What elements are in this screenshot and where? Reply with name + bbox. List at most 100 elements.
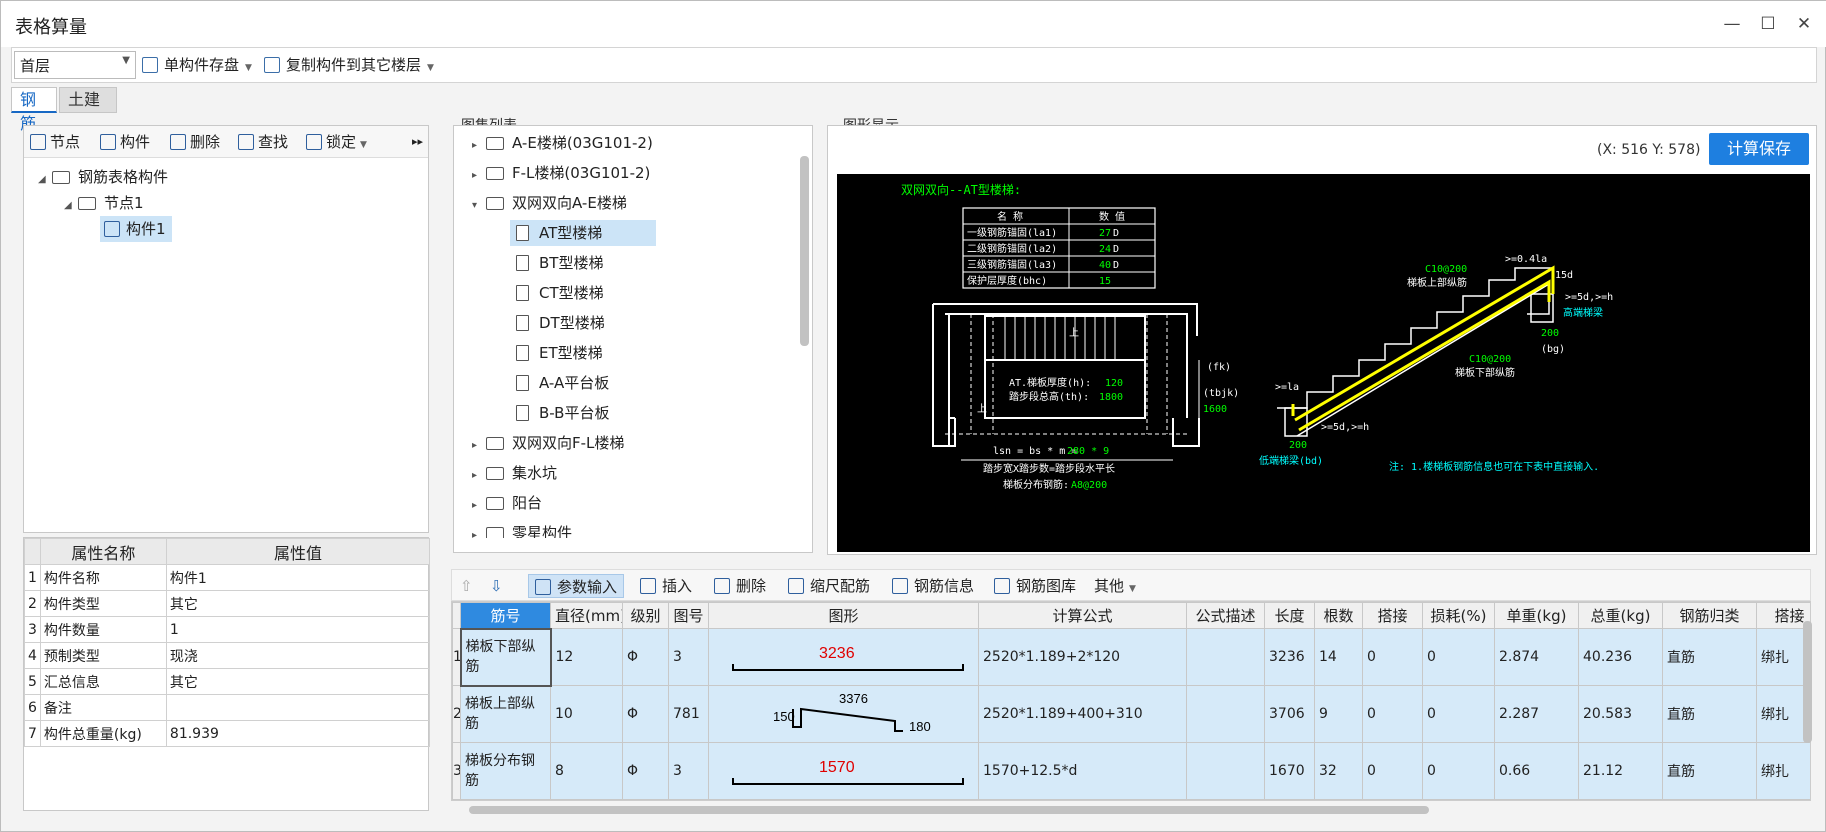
cell-fig[interactable]: 781	[668, 685, 709, 743]
cell-grade[interactable]: Φ	[622, 628, 669, 686]
property-row[interactable]: 1 构件名称 构件1	[24, 564, 431, 591]
add-component-button[interactable]: 构件	[100, 130, 150, 154]
col-length[interactable]: 长度	[1264, 602, 1315, 629]
table-row[interactable]: 1 梯板下部纵筋 12 Φ 3 3236 2520*1.189+2*120 32…	[452, 627, 1810, 687]
col-lap[interactable]: 搭接	[1362, 602, 1423, 629]
property-row[interactable]: 4 预制类型 现浇	[24, 642, 431, 669]
cell-length[interactable]: 3706	[1264, 685, 1315, 743]
property-value[interactable]: 现浇	[165, 642, 431, 669]
atlas-item[interactable]: CT型楼梯	[516, 280, 604, 306]
property-value[interactable]: 其它	[165, 668, 431, 695]
atlas-item[interactable]: DT型楼梯	[516, 310, 605, 336]
scale-rebar-button[interactable]: 缩尺配筋	[788, 574, 870, 598]
col-class[interactable]: 钢筋归类	[1662, 602, 1757, 629]
other-menu-button[interactable]: 其他 ▼	[1094, 574, 1136, 598]
tree-root[interactable]: ◢ 钢筋表格构件	[38, 164, 168, 190]
col-bar-no[interactable]: 筋号	[460, 602, 551, 629]
cell-grade[interactable]: Φ	[622, 685, 669, 743]
cell-bar-no[interactable]: 梯板下部纵筋	[459, 627, 552, 687]
col-grade[interactable]: 级别	[622, 602, 669, 629]
cell-desc[interactable]	[1186, 685, 1265, 743]
col-count[interactable]: 根数	[1314, 602, 1363, 629]
atlas-item[interactable]: A-A平台板	[516, 370, 609, 396]
cell-shape[interactable]: 150 3376 180	[708, 685, 979, 743]
col-desc[interactable]: 公式描述	[1186, 602, 1265, 629]
move-down-button[interactable]: ⇩	[490, 574, 503, 598]
atlas-item[interactable]: ▸ 零星构件	[472, 520, 572, 538]
atlas-item[interactable]: ▸ 阳台	[472, 490, 542, 516]
cell-lap-type[interactable]: 绑扎	[1756, 742, 1810, 800]
cell-count[interactable]: 32	[1314, 742, 1363, 800]
maximize-button[interactable]: ☐	[1753, 10, 1783, 38]
property-value[interactable]: 构件1	[165, 564, 431, 591]
property-value[interactable]: 1	[165, 616, 431, 643]
atlas-item[interactable]: ET型楼梯	[516, 340, 603, 366]
cell-loss[interactable]: 0	[1422, 628, 1495, 686]
col-shape[interactable]: 图形	[708, 602, 979, 629]
cell-formula[interactable]: 2520*1.189+2*120	[978, 628, 1187, 686]
property-row[interactable]: 6 备注	[24, 694, 431, 721]
cell-class[interactable]: 直筋	[1662, 742, 1757, 800]
tab-rebar[interactable]: 钢筋	[11, 87, 57, 133]
grid-vertical-scrollbar[interactable]	[1803, 621, 1812, 743]
table-row[interactable]: 3 梯板分布钢筋 8 Φ 3 1570 1570+12.5*d 1670 32 …	[452, 742, 1810, 800]
cell-loss[interactable]: 0	[1422, 742, 1495, 800]
floor-select[interactable]: 首层 ▼	[14, 51, 136, 79]
atlas-item[interactable]: ▸ F-L楼梯(03G101-2)	[472, 160, 650, 186]
more-button[interactable]: ▸▸	[412, 130, 423, 154]
close-button[interactable]: ✕	[1789, 10, 1819, 38]
property-row[interactable]: 5 汇总信息 其它	[24, 668, 431, 695]
cell-total-weight[interactable]: 20.583	[1578, 685, 1663, 743]
cell-total-weight[interactable]: 21.12	[1578, 742, 1663, 800]
cell-desc[interactable]	[1186, 628, 1265, 686]
atlas-item[interactable]: ▸ 集水坑	[472, 460, 557, 486]
cell-formula[interactable]: 1570+12.5*d	[978, 742, 1187, 800]
table-row[interactable]: 2 梯板上部纵筋 10 Φ 781 150 3376 180 2520*1.189+…	[452, 685, 1810, 743]
tree-component[interactable]: 构件1	[100, 216, 172, 242]
cell-formula[interactable]: 2520*1.189+400+310	[978, 685, 1187, 743]
col-fig[interactable]: 图号	[668, 602, 709, 629]
atlas-item[interactable]: ▸ 双网双向F-L楼梯	[472, 430, 624, 456]
atlas-item[interactable]: ▾ 双网双向A-E楼梯	[472, 190, 627, 216]
cell-fig[interactable]: 3	[668, 628, 709, 686]
cell-bar-no[interactable]: 梯板分布钢筋	[460, 742, 551, 800]
atlas-item[interactable]: AT型楼梯	[510, 220, 656, 246]
find-button[interactable]: 查找	[238, 130, 288, 154]
add-node-button[interactable]: 节点	[30, 130, 80, 154]
cell-lap[interactable]: 0	[1362, 742, 1423, 800]
cell-shape[interactable]: 1570	[708, 742, 979, 800]
cell-desc[interactable]	[1186, 742, 1265, 800]
col-total-weight[interactable]: 总重(kg)	[1578, 602, 1663, 629]
cell-total-weight[interactable]: 40.236	[1578, 628, 1663, 686]
cell-class[interactable]: 直筋	[1662, 628, 1757, 686]
atlas-scrollbar[interactable]	[800, 156, 809, 346]
cell-count[interactable]: 14	[1314, 628, 1363, 686]
col-unit-weight[interactable]: 单重(kg)	[1494, 602, 1579, 629]
copy-to-floor-button[interactable]: 复制构件到其它楼层 ▼	[264, 52, 434, 78]
minimize-button[interactable]: —	[1717, 10, 1747, 38]
cell-diameter[interactable]: 8	[550, 742, 623, 800]
cell-count[interactable]: 9	[1314, 685, 1363, 743]
col-formula[interactable]: 计算公式	[978, 602, 1187, 629]
property-value[interactable]: 81.939	[165, 720, 431, 747]
save-single-button[interactable]: 单构件存盘 ▼	[142, 52, 252, 78]
property-row[interactable]: 2 构件类型 其它	[24, 590, 431, 617]
tree-node[interactable]: ◢ 节点1	[64, 190, 144, 216]
atlas-item[interactable]: BT型楼梯	[516, 250, 603, 276]
atlas-item[interactable]: B-B平台板	[516, 400, 609, 426]
delete-row-button[interactable]: 删除	[714, 574, 766, 598]
cell-diameter[interactable]: 10	[550, 685, 623, 743]
cell-length[interactable]: 1670	[1264, 742, 1315, 800]
property-value[interactable]: 其它	[165, 590, 431, 617]
cell-unit-weight[interactable]: 2.874	[1494, 628, 1579, 686]
calc-save-button[interactable]: 计算保存	[1709, 133, 1809, 165]
move-up-button[interactable]: ⇧	[460, 574, 473, 598]
cell-lap[interactable]: 0	[1362, 685, 1423, 743]
col-diameter[interactable]: 直径(mm)	[550, 602, 623, 629]
delete-button[interactable]: 删除	[170, 130, 220, 154]
cell-shape[interactable]: 3236	[708, 628, 979, 686]
col-loss[interactable]: 损耗(%)	[1422, 602, 1495, 629]
cell-lap[interactable]: 0	[1362, 628, 1423, 686]
cell-diameter[interactable]: 12	[550, 628, 623, 686]
insert-button[interactable]: 插入	[640, 574, 692, 598]
